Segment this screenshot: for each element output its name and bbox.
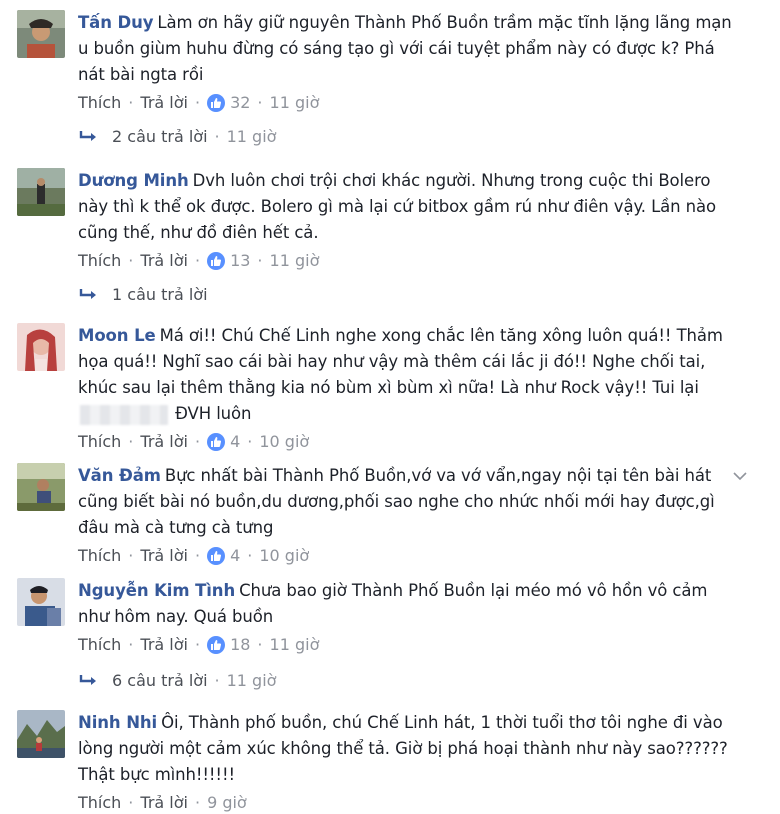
comment-actions: Thích · Trả lời · 13 · 11 giờ bbox=[78, 250, 320, 272]
like-count[interactable]: 18 bbox=[230, 634, 250, 656]
censored-text bbox=[80, 404, 168, 425]
timestamp[interactable]: 11 giờ bbox=[270, 92, 320, 114]
comment-text: Tấn Duy Làm ơn hãy giữ nguyên Thành Phố B… bbox=[78, 10, 738, 88]
replies-timestamp: 11 giờ bbox=[226, 127, 277, 146]
timestamp[interactable]: 10 giờ bbox=[259, 431, 309, 453]
reply-link[interactable]: Trả lời bbox=[140, 545, 188, 567]
like-count[interactable]: 4 bbox=[230, 545, 240, 567]
avatar[interactable] bbox=[17, 463, 65, 511]
comment-actions: Thích · Trả lời · 32 · 11 giờ bbox=[78, 92, 320, 114]
replies-count[interactable]: 2 câu trả lời bbox=[112, 126, 208, 148]
reply-arrow-icon bbox=[79, 131, 96, 141]
avatar[interactable] bbox=[17, 710, 65, 758]
author-name[interactable]: Văn Đảm bbox=[78, 466, 161, 485]
reply-link[interactable]: Trả lời bbox=[140, 250, 188, 272]
like-link[interactable]: Thích bbox=[78, 431, 121, 453]
reply-link[interactable]: Trả lời bbox=[140, 792, 188, 814]
reply-arrow-icon bbox=[79, 289, 96, 299]
like-link[interactable]: Thích bbox=[78, 634, 121, 656]
comment-actions: Thích · Trả lời · 4 · 10 giờ bbox=[78, 545, 310, 567]
comment-feed: Tấn Duy Làm ơn hãy giữ nguyên Thành Phố B… bbox=[0, 0, 780, 814]
avatar[interactable] bbox=[17, 10, 65, 58]
chevron-down-icon[interactable] bbox=[733, 471, 747, 481]
comment-text: Văn Đảm Bực nhất bài Thành Phố Buồn,vớ va… bbox=[78, 463, 738, 541]
comment-text: Ninh Nhi Ôi, Thành phố buồn, chú Chế Linh… bbox=[78, 710, 738, 788]
view-replies[interactable]: 2 câu trả lời · 11 giờ bbox=[78, 126, 276, 148]
author-name[interactable]: Tấn Duy bbox=[78, 13, 153, 32]
like-link[interactable]: Thích bbox=[78, 250, 121, 272]
thumbs-up-icon bbox=[207, 252, 226, 270]
comment-body-end: ĐVH luôn bbox=[175, 404, 252, 423]
thumbs-up-icon bbox=[207, 636, 226, 654]
comment-text: Moon Le Má ơi!! Chú Chế Linh nghe xong ch… bbox=[78, 323, 738, 427]
comment-actions: Thích · Trả lời · 18 · 11 giờ bbox=[78, 634, 320, 656]
like-count[interactable]: 4 bbox=[230, 431, 240, 453]
reply-link[interactable]: Trả lời bbox=[140, 92, 188, 114]
timestamp[interactable]: 9 giờ bbox=[207, 792, 247, 814]
like-link[interactable]: Thích bbox=[78, 792, 121, 814]
timestamp[interactable]: 10 giờ bbox=[259, 545, 309, 567]
author-name[interactable]: Moon Le bbox=[78, 326, 156, 345]
thumbs-up-icon bbox=[207, 94, 226, 112]
timestamp[interactable]: 11 giờ bbox=[270, 634, 320, 656]
like-count[interactable]: 13 bbox=[230, 250, 250, 272]
comment-actions: Thích · Trả lời · 4 · 10 giờ bbox=[78, 431, 310, 453]
replies-count[interactable]: 1 câu trả lời bbox=[112, 284, 208, 306]
reply-arrow-icon bbox=[79, 675, 96, 685]
author-name[interactable]: Nguyễn Kim Tình bbox=[78, 581, 235, 600]
like-count[interactable]: 32 bbox=[230, 92, 250, 114]
like-link[interactable]: Thích bbox=[78, 92, 121, 114]
avatar[interactable] bbox=[17, 323, 65, 371]
avatar[interactable] bbox=[17, 578, 65, 626]
comment-actions: Thích · Trả lời · 9 giờ bbox=[78, 792, 247, 814]
avatar[interactable] bbox=[17, 168, 65, 216]
comment-body: Ôi, Thành phố buồn, chú Chế Linh hát, 1 … bbox=[78, 713, 728, 784]
reply-link[interactable]: Trả lời bbox=[140, 431, 188, 453]
view-replies[interactable]: 1 câu trả lời bbox=[78, 284, 208, 306]
comment-body: Bực nhất bài Thành Phố Buồn,vớ va vớ vẩn… bbox=[78, 466, 715, 537]
thumbs-up-icon bbox=[207, 433, 226, 451]
comment-text: Dương Minh Dvh luôn chơi trội chơi khác n… bbox=[78, 168, 738, 246]
comment-body: Làm ơn hãy giữ nguyên Thành Phố Buồn trầ… bbox=[78, 13, 732, 84]
timestamp[interactable]: 11 giờ bbox=[270, 250, 320, 272]
replies-timestamp: 11 giờ bbox=[226, 671, 277, 690]
reply-link[interactable]: Trả lời bbox=[140, 634, 188, 656]
comment-body: Má ơi!! Chú Chế Linh nghe xong chắc lên … bbox=[78, 326, 723, 397]
view-replies[interactable]: 6 câu trả lời · 11 giờ bbox=[78, 670, 276, 692]
author-name[interactable]: Dương Minh bbox=[78, 171, 189, 190]
thumbs-up-icon bbox=[207, 547, 226, 565]
replies-count[interactable]: 6 câu trả lời bbox=[112, 670, 208, 692]
comment-text: Nguyễn Kim Tình Chưa bao giờ Thành Phố Bu… bbox=[78, 578, 738, 630]
author-name[interactable]: Ninh Nhi bbox=[78, 713, 157, 732]
like-link[interactable]: Thích bbox=[78, 545, 121, 567]
